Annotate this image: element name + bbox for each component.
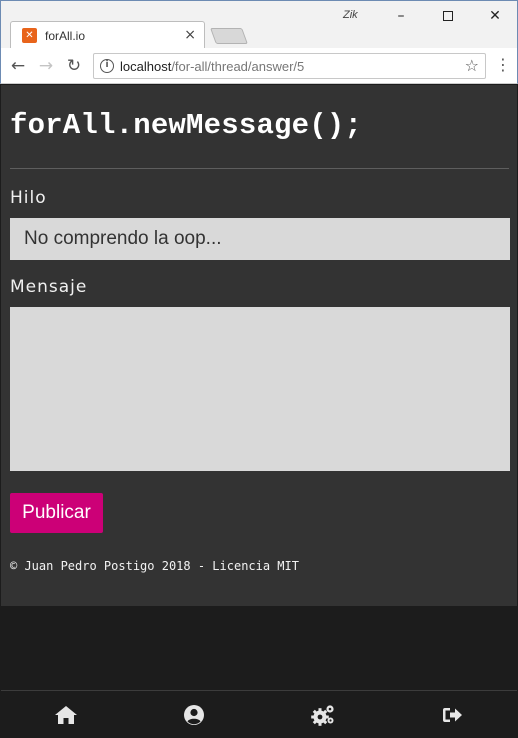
thread-input[interactable]: No comprendo la oop... (10, 218, 510, 260)
new-tab-button[interactable] (210, 28, 248, 44)
minimize-button[interactable]: – (378, 4, 424, 28)
forward-arrow-icon[interactable]: → (35, 55, 57, 77)
message-textarea[interactable] (10, 307, 510, 471)
profile-badge[interactable]: Zik (343, 9, 358, 21)
menu-dots-icon[interactable]: ⋮ (495, 56, 511, 74)
home-icon[interactable] (52, 701, 80, 729)
close-window-button[interactable]: ✕ (472, 4, 518, 28)
maximize-button[interactable] (425, 4, 471, 28)
url-host: localhost (120, 59, 172, 74)
bookmark-star-icon[interactable]: ☆ (465, 56, 479, 75)
url-text[interactable]: localhost/for-all/thread/answer/5 (120, 59, 304, 74)
browser-toolbar: ← → ↻ i localhost/for-all/thread/answer/… (0, 48, 518, 84)
bottom-nav (1, 690, 517, 738)
address-bar[interactable]: i localhost/for-all/thread/answer/5 ☆ (93, 53, 486, 79)
favicon-icon: ✕ (22, 28, 37, 43)
tab-close-icon[interactable]: × (184, 27, 196, 43)
footer-text: © Juan Pedro Postigo 2018 - Licencia MIT (10, 559, 299, 573)
browser-titlebar: ✕ forAll.io × Zik – ✕ (0, 0, 518, 49)
url-path: /for-all/thread/answer/5 (171, 59, 305, 74)
page-content: forAll.newMessage(); Hilo No comprendo l… (1, 85, 517, 606)
back-arrow-icon[interactable]: ← (7, 55, 29, 77)
message-label: Mensaje (10, 277, 88, 297)
thread-label: Hilo (10, 188, 47, 208)
browser-tab[interactable]: ✕ forAll.io × (10, 21, 205, 49)
reload-icon[interactable]: ↻ (63, 55, 85, 77)
page-title: forAll.newMessage(); (10, 109, 363, 142)
publish-button[interactable]: Publicar (10, 493, 103, 533)
settings-icon[interactable] (309, 701, 337, 729)
divider (10, 168, 509, 169)
logout-icon[interactable] (438, 701, 466, 729)
user-icon[interactable] (180, 701, 208, 729)
tab-title: forAll.io (45, 29, 86, 43)
info-icon[interactable]: i (100, 59, 114, 73)
